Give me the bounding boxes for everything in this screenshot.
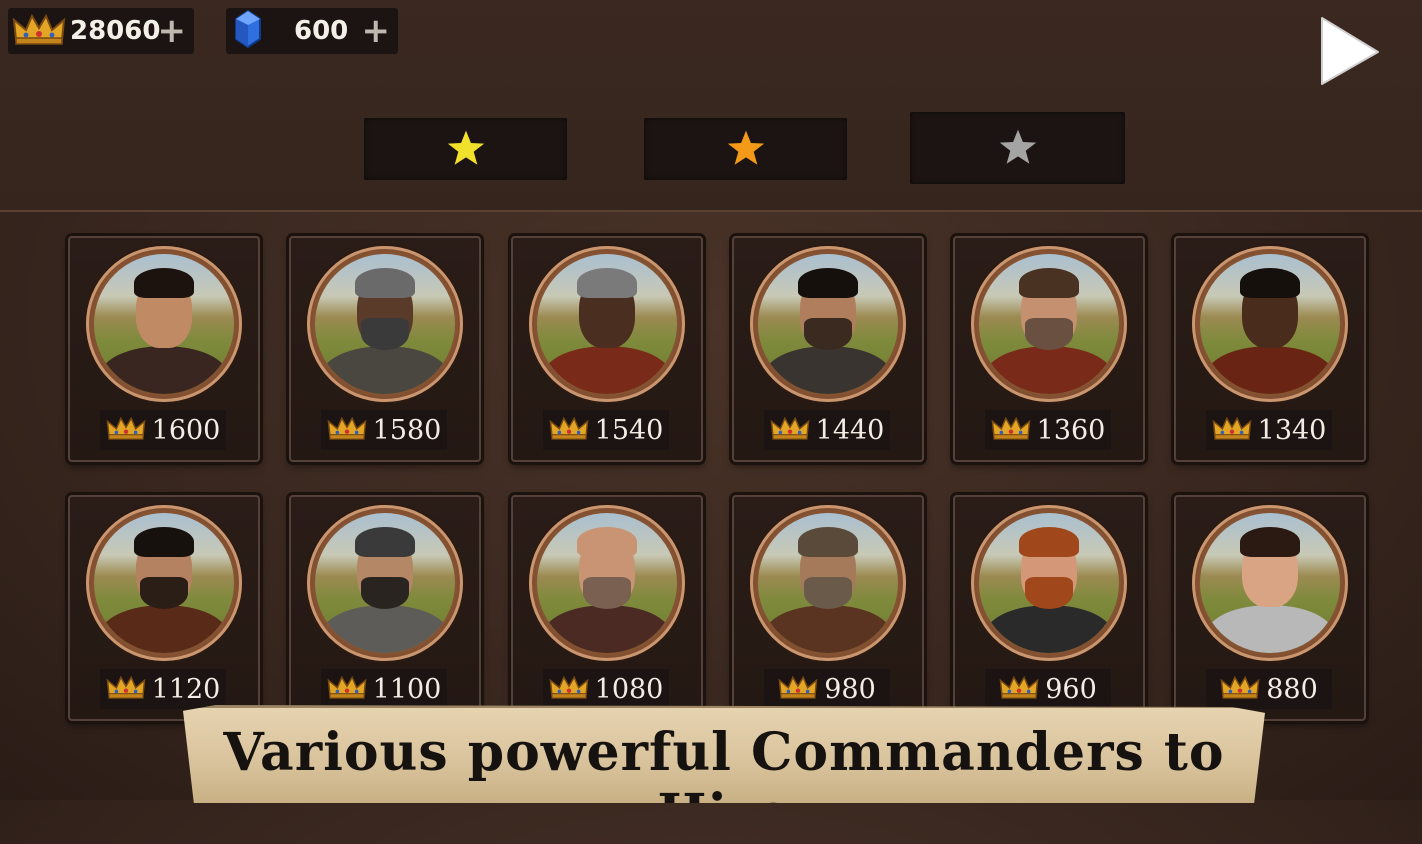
hire-price: 1360: [985, 410, 1111, 450]
gem-counter: 600 +: [226, 8, 398, 54]
hire-price: 960: [985, 669, 1111, 709]
price-value: 1360: [1036, 414, 1106, 446]
commander-portrait: [971, 505, 1127, 661]
crown-icon: [327, 415, 367, 445]
hire-price: 1540: [543, 410, 669, 450]
commander-portrait: [86, 246, 242, 402]
crown-icon: [991, 415, 1031, 445]
gold-counter: 28060 +: [8, 8, 194, 54]
crown-icon: [778, 674, 818, 704]
gold-amount: 28060: [70, 16, 161, 46]
commander-portrait: [307, 246, 463, 402]
crown-icon: [549, 415, 589, 445]
hire-price: 1120: [100, 669, 226, 709]
add-gems-button[interactable]: +: [362, 8, 391, 54]
hire-price: 1100: [321, 669, 447, 709]
commander-card[interactable]: 1440: [732, 236, 924, 462]
banner-text: Various powerful Commanders to Hire: [223, 722, 1225, 844]
commander-portrait: [750, 246, 906, 402]
add-gold-button[interactable]: +: [158, 8, 187, 54]
promo-banner: Various powerful Commanders to Hire: [183, 705, 1265, 803]
top-bar: [0, 0, 1422, 212]
tab-silver-star[interactable]: [910, 112, 1125, 184]
price-value: 1120: [151, 673, 221, 705]
price-value: 1100: [372, 673, 442, 705]
gem-icon: [232, 9, 264, 53]
crown-icon: [1220, 674, 1260, 704]
commander-card[interactable]: 1580: [289, 236, 481, 462]
commander-portrait: [1192, 505, 1348, 661]
price-value: 1600: [151, 414, 221, 446]
hire-price: 1600: [100, 410, 226, 450]
hire-price: 1340: [1206, 410, 1332, 450]
price-value: 1340: [1257, 414, 1327, 446]
price-value: 1580: [372, 414, 442, 446]
commander-portrait: [529, 246, 685, 402]
commander-card[interactable]: 1080: [511, 495, 703, 721]
hire-price: 880: [1206, 669, 1332, 709]
gem-amount: 600: [294, 16, 349, 46]
price-value: 1440: [815, 414, 885, 446]
commander-card[interactable]: 960: [953, 495, 1145, 721]
commander-card[interactable]: 1120: [68, 495, 260, 721]
crown-icon: [327, 674, 367, 704]
hire-price: 1080: [543, 669, 669, 709]
commander-portrait: [529, 505, 685, 661]
price-value: 960: [1045, 673, 1097, 705]
tab-gold-star[interactable]: [364, 118, 567, 180]
price-value: 1540: [594, 414, 664, 446]
crown-icon: [106, 674, 146, 704]
crown-icon: [999, 674, 1039, 704]
price-value: 880: [1266, 673, 1318, 705]
commander-card[interactable]: 980: [732, 495, 924, 721]
commander-portrait: [86, 505, 242, 661]
commander-card[interactable]: 1600: [68, 236, 260, 462]
commander-card[interactable]: 1540: [511, 236, 703, 462]
crown-icon: [106, 415, 146, 445]
price-value: 980: [824, 673, 876, 705]
commander-portrait: [1192, 246, 1348, 402]
hire-price: 1580: [321, 410, 447, 450]
price-value: 1080: [594, 673, 664, 705]
commander-card[interactable]: 1360: [953, 236, 1145, 462]
commander-card[interactable]: 1340: [1174, 236, 1366, 462]
crown-icon: [12, 12, 66, 50]
hire-price: 1440: [764, 410, 890, 450]
star-icon: [727, 130, 764, 165]
play-button[interactable]: [1314, 14, 1382, 86]
crown-icon: [1212, 415, 1252, 445]
star-icon: [447, 130, 484, 165]
commander-portrait: [750, 505, 906, 661]
tab-orange-star[interactable]: [644, 118, 847, 180]
crown-icon: [549, 674, 589, 704]
commander-portrait: [971, 246, 1127, 402]
commander-card[interactable]: 1100: [289, 495, 481, 721]
commander-portrait: [307, 505, 463, 661]
star-icon: [999, 129, 1036, 164]
commander-card[interactable]: 880: [1174, 495, 1366, 721]
hire-price: 980: [764, 669, 890, 709]
crown-icon: [770, 415, 810, 445]
